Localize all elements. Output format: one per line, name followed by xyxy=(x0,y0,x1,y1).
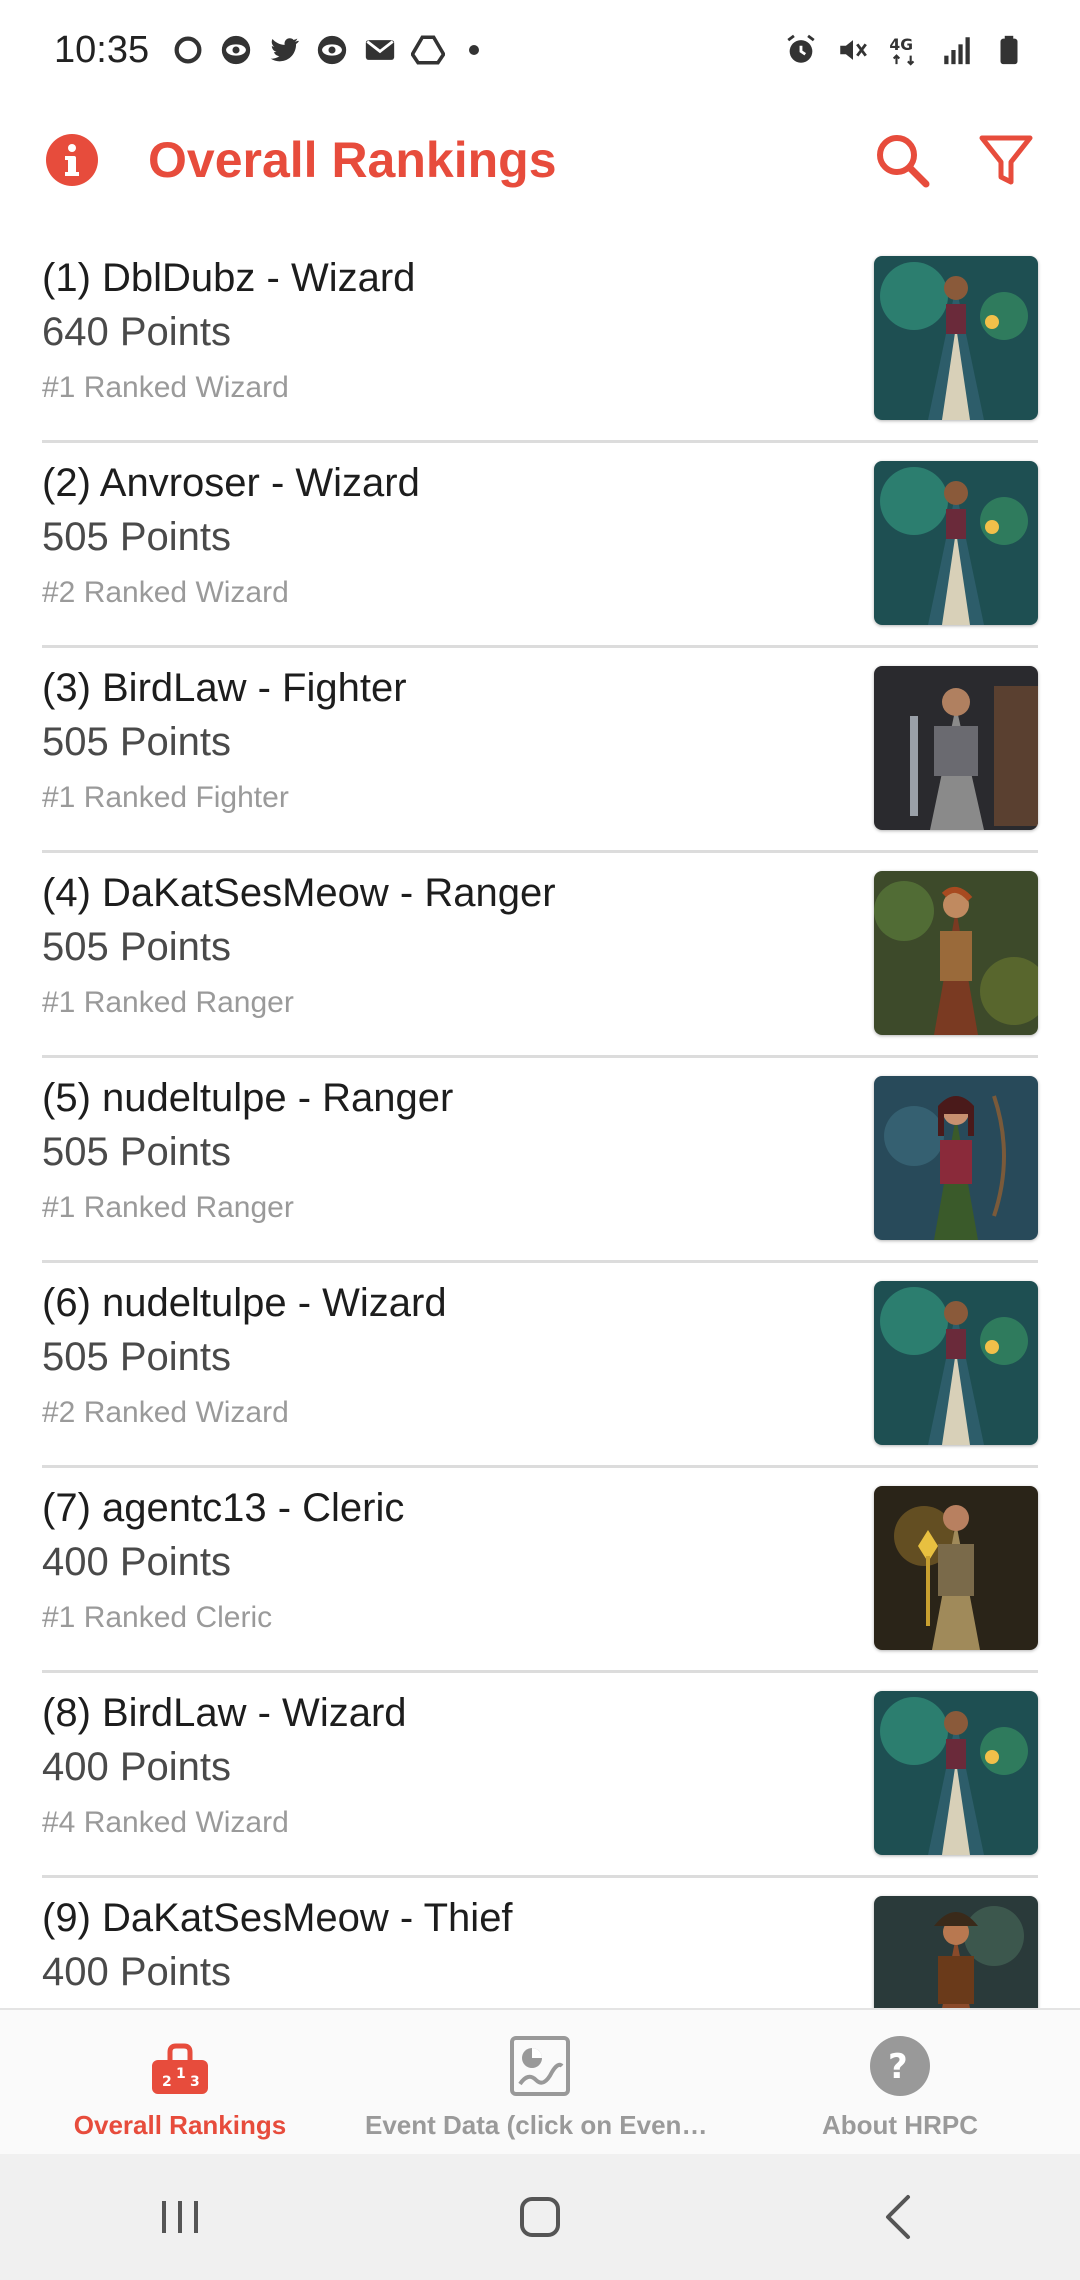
item-rank: #1 Ranked Ranger xyxy=(42,1191,294,1224)
help-icon: ? xyxy=(868,2034,932,2098)
mute-icon xyxy=(836,33,870,67)
home-button[interactable] xyxy=(500,2177,580,2257)
item-points: 400 Points xyxy=(42,1540,232,1584)
item-title: (9) DaKatSesMeow - Thief xyxy=(42,1896,513,1940)
list-item[interactable]: (4) DaKatSesMeow - Ranger 505 Points #1 … xyxy=(42,853,1038,1058)
list-item[interactable]: (9) DaKatSesMeow - Thief 400 Points xyxy=(42,1878,1038,2010)
alarm-icon xyxy=(784,33,818,67)
wizard-portrait[interactable] xyxy=(874,1281,1038,1445)
cleric-portrait[interactable] xyxy=(874,1486,1038,1650)
list-item[interactable]: (2) Anvroser - Wizard 505 Points #2 Rank… xyxy=(42,443,1038,648)
item-rank: #1 Ranked Cleric xyxy=(42,1601,273,1634)
item-points: 400 Points xyxy=(42,1745,232,1789)
svg-text:4G: 4G xyxy=(889,36,913,54)
list-item[interactable]: (8) BirdLaw - Wizard 400 Points #4 Ranke… xyxy=(42,1673,1038,1878)
item-rank: #4 Ranked Wizard xyxy=(42,1806,289,1839)
item-title: (3) BirdLaw - Fighter xyxy=(42,666,407,710)
item-points: 505 Points xyxy=(42,1130,232,1174)
item-points: 505 Points xyxy=(42,515,232,559)
item-points: 505 Points xyxy=(42,720,232,764)
list-item[interactable]: (3) BirdLaw - Fighter 505 Points #1 Rank… xyxy=(42,648,1038,853)
podium-icon: 213 xyxy=(148,2034,212,2098)
filter-icon[interactable] xyxy=(976,130,1036,190)
battery-icon xyxy=(992,33,1026,67)
eye-icon xyxy=(219,33,253,67)
item-rank: #1 Ranked Wizard xyxy=(42,371,289,404)
item-points: 505 Points xyxy=(42,1335,232,1379)
tab-event-data[interactable]: Event Data (click on Event fo... xyxy=(360,2010,720,2154)
item-title: (2) Anvroser - Wizard xyxy=(42,461,420,505)
ranger-portrait[interactable] xyxy=(874,871,1038,1035)
item-points: 400 Points xyxy=(42,1950,232,1994)
item-title: (4) DaKatSesMeow - Ranger xyxy=(42,871,556,915)
status-right: 4G xyxy=(784,33,1026,67)
recent-apps-button[interactable] xyxy=(140,2177,220,2257)
eye-icon xyxy=(315,33,349,67)
list-item[interactable]: (7) agentc13 - Cleric 400 Points #1 Rank… xyxy=(42,1468,1038,1673)
ranger-portrait[interactable] xyxy=(874,1076,1038,1240)
thief-portrait[interactable] xyxy=(874,1896,1038,2010)
wizard-portrait[interactable] xyxy=(874,461,1038,625)
threads-icon xyxy=(171,33,205,67)
item-points: 505 Points xyxy=(42,925,232,969)
svg-text:1: 1 xyxy=(176,2066,186,2082)
bottom-nav: 213 Overall Rankings Event Data (click o… xyxy=(0,2008,1080,2154)
item-title: (8) BirdLaw - Wizard xyxy=(42,1691,407,1735)
item-title: (1) DblDubz - Wizard xyxy=(42,256,416,300)
item-rank: #1 Ranked Fighter xyxy=(42,781,289,814)
wizard-portrait[interactable] xyxy=(874,1691,1038,1855)
list-item[interactable]: (1) DblDubz - Wizard 640 Points #1 Ranke… xyxy=(42,238,1038,443)
search-icon[interactable] xyxy=(872,130,932,190)
svg-text:2: 2 xyxy=(162,2074,172,2090)
notification-dot xyxy=(469,45,480,55)
item-title: (5) nudeltulpe - Ranger xyxy=(42,1076,454,1120)
tab-label: About HRPC xyxy=(822,2110,978,2140)
item-points: 640 Points xyxy=(42,310,232,354)
item-rank: #1 Ranked Ranger xyxy=(42,986,294,1019)
page-title: Overall Rankings xyxy=(148,132,557,188)
list-item[interactable]: (5) nudeltulpe - Ranger 505 Points #1 Ra… xyxy=(42,1058,1038,1263)
twitter-icon xyxy=(267,33,301,67)
item-rank: #2 Ranked Wizard xyxy=(42,1396,289,1429)
signal-icon xyxy=(940,33,974,67)
item-rank: #2 Ranked Wizard xyxy=(42,576,289,609)
lte-icon: 4G xyxy=(888,33,922,67)
info-icon[interactable] xyxy=(44,132,100,188)
system-nav xyxy=(0,2154,1080,2280)
fighter-portrait[interactable] xyxy=(874,666,1038,830)
status-time: 10:35 xyxy=(54,28,150,71)
status-bar: 10:35 4G xyxy=(0,0,1080,100)
tab-overall-rankings[interactable]: 213 Overall Rankings xyxy=(0,2010,360,2154)
list-item[interactable]: (6) nudeltulpe - Wizard 505 Points #2 Ra… xyxy=(42,1263,1038,1468)
drive-icon xyxy=(411,33,446,67)
app-bar: Overall Rankings xyxy=(0,100,1080,220)
item-title: (6) nudeltulpe - Wizard xyxy=(42,1281,447,1325)
tab-label: Event Data (click on Event fo... xyxy=(365,2110,715,2140)
item-title: (7) agentc13 - Cleric xyxy=(42,1486,405,1530)
svg-text:3: 3 xyxy=(190,2074,200,2090)
wizard-portrait[interactable] xyxy=(874,256,1038,420)
ranking-list[interactable]: (1) DblDubz - Wizard 640 Points #1 Ranke… xyxy=(0,238,1080,2010)
mail-icon xyxy=(363,33,397,67)
app-actions xyxy=(872,130,1036,190)
chart-icon xyxy=(508,2034,572,2098)
tab-label: Overall Rankings xyxy=(73,2110,287,2140)
back-button[interactable] xyxy=(860,2177,940,2257)
status-left: 10:35 xyxy=(54,28,480,72)
tab-about[interactable]: ? About HRPC xyxy=(720,2010,1080,2154)
svg-text:?: ? xyxy=(888,2047,908,2087)
